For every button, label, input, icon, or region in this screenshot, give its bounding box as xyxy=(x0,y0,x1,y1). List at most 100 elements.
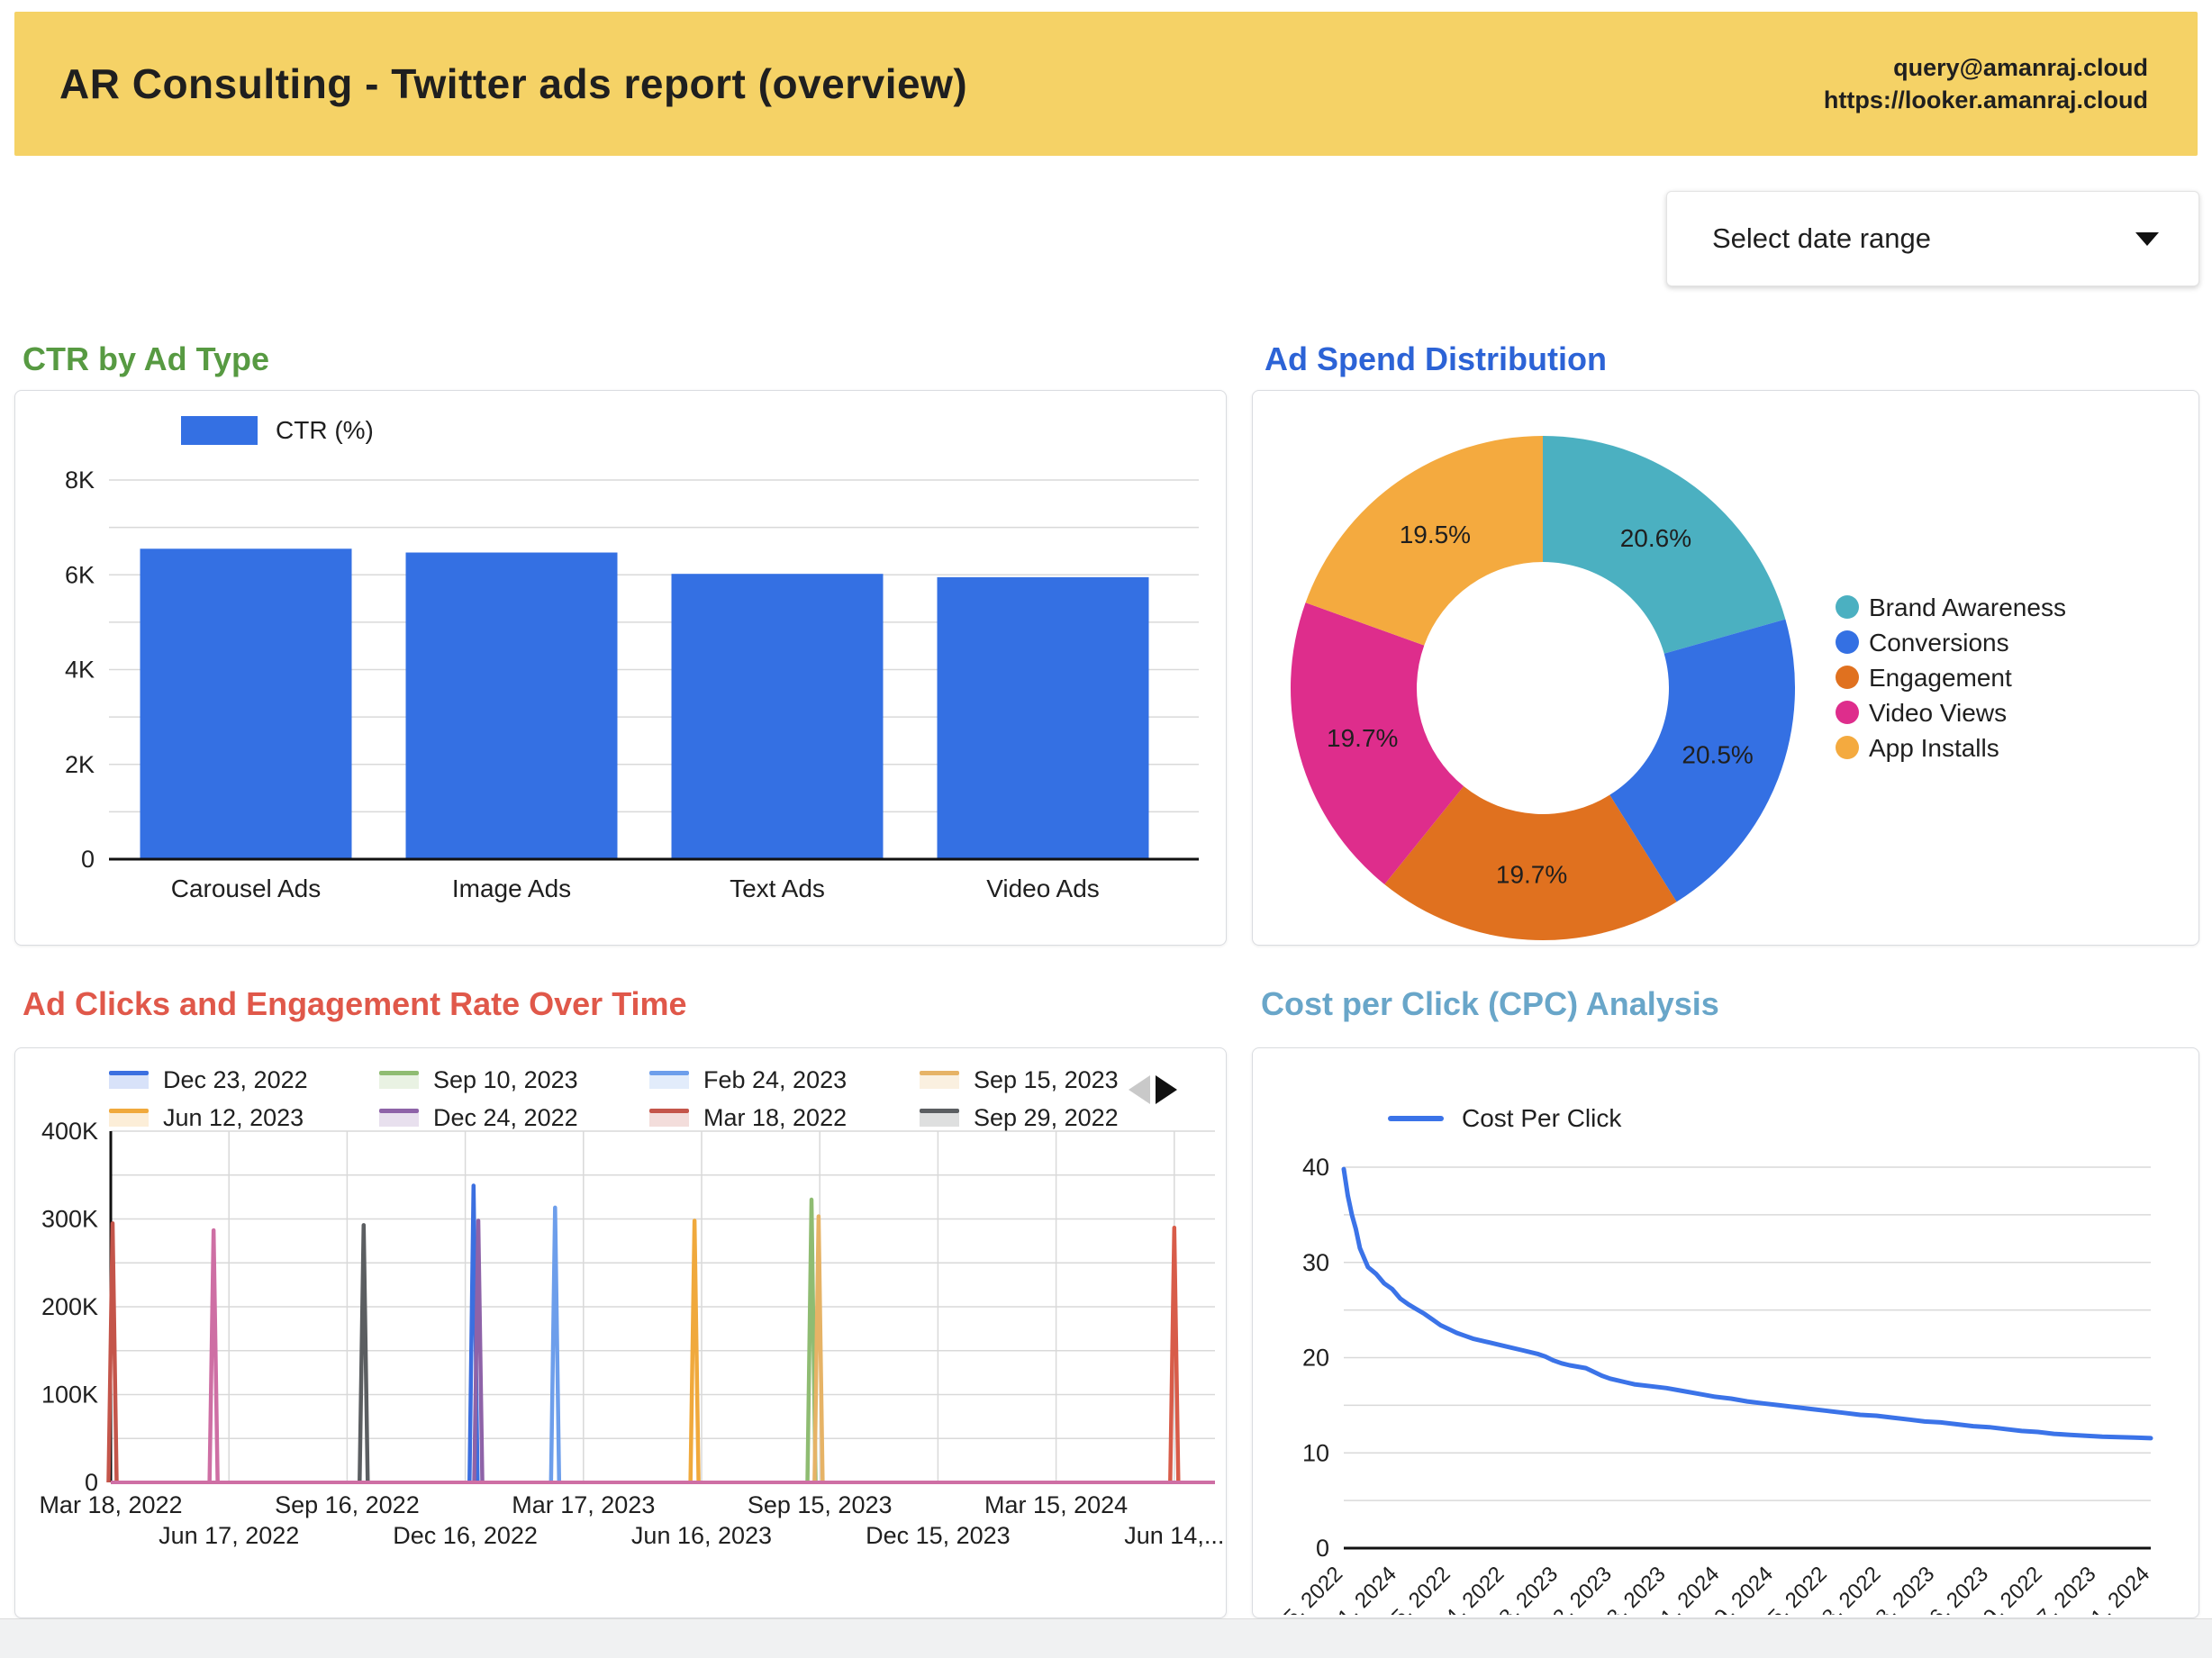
svg-text:100K: 100K xyxy=(41,1382,98,1409)
svg-text:Jun 17, 2022: Jun 17, 2022 xyxy=(159,1522,299,1549)
legend-item-sep-10-2023[interactable]: Sep 10, 2023 xyxy=(379,1066,649,1094)
legend-swatch xyxy=(649,1109,689,1127)
svg-text:20: 20 xyxy=(1302,1345,1329,1372)
legend-item-mar-18-2022[interactable]: Mar 18, 2022 xyxy=(649,1104,920,1132)
cpc-line-chart-card[interactable]: 010203040Dec 5, 2022May 1, 2024Apr 25, 2… xyxy=(1252,1047,2199,1618)
legend-item-sep-29-2022[interactable]: Sep 29, 2022 xyxy=(920,1104,1190,1132)
report-url: https://looker.amanraj.cloud xyxy=(1824,84,2148,116)
svg-text:Dec 15, 2023: Dec 15, 2023 xyxy=(866,1522,1011,1549)
spike-feb-24-2023[interactable] xyxy=(551,1208,559,1482)
chevron-right-icon[interactable] xyxy=(1156,1075,1177,1104)
svg-text:0: 0 xyxy=(81,846,95,873)
legend-item-feb-24-2023[interactable]: Feb 24, 2023 xyxy=(649,1066,920,1094)
legend-label: Feb 24, 2023 xyxy=(703,1066,847,1094)
legend-label: Jun 12, 2023 xyxy=(163,1104,304,1132)
report-title: AR Consulting - Twitter ads report (over… xyxy=(59,59,967,108)
legend-label: Sep 15, 2023 xyxy=(974,1066,1119,1094)
chart-title-ad-spend: Ad Spend Distribution xyxy=(1265,340,1607,378)
legend-dot-brand-awareness xyxy=(1836,595,1859,619)
svg-text:19.7%: 19.7% xyxy=(1496,861,1567,889)
legend-swatch xyxy=(379,1109,419,1127)
caret-down-icon xyxy=(2135,232,2159,246)
legend-dot-video-views xyxy=(1836,701,1859,724)
spike-sep-15-2023[interactable] xyxy=(814,1217,822,1482)
svg-text:4K: 4K xyxy=(65,657,95,684)
svg-text:6K: 6K xyxy=(65,561,95,588)
svg-text:Sep 15, 2023: Sep 15, 2023 xyxy=(748,1491,893,1518)
svg-text:Mar 18, 2022: Mar 18, 2022 xyxy=(39,1491,182,1518)
svg-text:App Installs: App Installs xyxy=(1869,734,1999,762)
svg-text:Jun 14,...: Jun 14,... xyxy=(1124,1522,1223,1549)
svg-text:20.6%: 20.6% xyxy=(1620,524,1691,552)
legend-swatch xyxy=(1388,1116,1444,1121)
legend-swatch xyxy=(109,1109,149,1127)
legend-dot-engagement xyxy=(1836,666,1859,689)
legend-label: Sep 10, 2023 xyxy=(433,1066,578,1094)
svg-text:Sep 16, 2022: Sep 16, 2022 xyxy=(275,1491,420,1518)
legend-swatch xyxy=(181,416,258,445)
ad-clicks-legend: Dec 23, 2022 Sep 10, 2023 Feb 24, 2023 Sep … xyxy=(109,1061,1190,1137)
svg-text:19.7%: 19.7% xyxy=(1327,724,1398,752)
svg-text:Mar 17, 2023: Mar 17, 2023 xyxy=(512,1491,655,1518)
cpc-line[interactable] xyxy=(1344,1169,2151,1438)
page-footer-strip xyxy=(0,1618,2212,1658)
ctr-bar-chart-card[interactable]: 02K4K6K8KCarousel AdsImage AdsText AdsVi… xyxy=(14,390,1227,946)
svg-text:30: 30 xyxy=(1302,1249,1329,1276)
ad-spend-donut-canvas[interactable]: 20.6%20.5%19.7%19.7%19.5%Brand Awareness… xyxy=(1253,391,2196,942)
chart-title-ad-clicks: Ad Clicks and Engagement Rate Over Time xyxy=(23,985,687,1023)
legend-pagination xyxy=(1129,1075,1177,1104)
legend-label: Cost Per Click xyxy=(1462,1104,1621,1133)
spike-sep-29-2022[interactable] xyxy=(359,1225,367,1482)
svg-text:40: 40 xyxy=(1302,1154,1329,1181)
bar-carousel-ads[interactable] xyxy=(141,548,352,859)
legend-dot-app-installs xyxy=(1836,736,1859,759)
svg-text:Brand Awareness: Brand Awareness xyxy=(1869,593,2066,621)
ad-spend-donut-chart-card[interactable]: 20.6%20.5%19.7%19.7%19.5%Brand Awareness… xyxy=(1252,390,2199,946)
legend-label: Dec 24, 2022 xyxy=(433,1104,578,1132)
legend-item-jun-12-2023[interactable]: Jun 12, 2023 xyxy=(109,1104,379,1132)
svg-text:8K: 8K xyxy=(65,467,95,494)
svg-text:200K: 200K xyxy=(41,1293,98,1320)
bar-image-ads[interactable] xyxy=(406,553,618,859)
ad-clicks-line-chart-card[interactable]: 0100K200K300K400KMar 18, 2022Jun 17, 202… xyxy=(14,1047,1227,1618)
owner-email: query@amanraj.cloud xyxy=(1824,51,2148,84)
legend-label: Dec 23, 2022 xyxy=(163,1066,308,1094)
legend-item-dec-23-2022[interactable]: Dec 23, 2022 xyxy=(109,1066,379,1094)
svg-text:Jun 16, 2023: Jun 16, 2023 xyxy=(631,1522,772,1549)
date-range-select[interactable]: Select date range xyxy=(1666,191,2199,286)
bar-text-ads[interactable] xyxy=(672,574,884,859)
svg-text:0: 0 xyxy=(1316,1535,1329,1562)
ctr-bar-chart-canvas[interactable]: 02K4K6K8KCarousel AdsImage AdsText AdsVi… xyxy=(15,391,1223,942)
svg-text:Mar 15, 2024: Mar 15, 2024 xyxy=(984,1491,1128,1518)
legend-swatch xyxy=(920,1071,959,1089)
spike-jun-12-2023[interactable] xyxy=(691,1220,699,1482)
ctr-legend[interactable]: CTR (%) xyxy=(181,416,374,445)
spike-unlabeled[interactable] xyxy=(210,1230,218,1482)
svg-text:Video Views: Video Views xyxy=(1869,699,2007,727)
legend-dot-conversions xyxy=(1836,630,1859,654)
cpc-line-canvas[interactable]: 010203040Dec 5, 2022May 1, 2024Apr 25, 2… xyxy=(1253,1048,2196,1615)
report-owner-info: query@amanraj.cloud https://looker.amanr… xyxy=(1824,51,2148,116)
date-range-label: Select date range xyxy=(1712,222,2135,255)
chart-title-cpc: Cost per Click (CPC) Analysis xyxy=(1261,985,1719,1023)
legend-swatch xyxy=(649,1071,689,1089)
svg-text:Dec 5, 2022: Dec 5, 2022 xyxy=(1253,1562,1347,1615)
legend-label: Mar 18, 2022 xyxy=(703,1104,847,1132)
legend-swatch xyxy=(109,1071,149,1089)
svg-text:Engagement: Engagement xyxy=(1869,664,2012,692)
svg-text:Dec 16, 2022: Dec 16, 2022 xyxy=(393,1522,538,1549)
legend-item-dec-24-2022[interactable]: Dec 24, 2022 xyxy=(379,1104,649,1132)
chevron-left-icon[interactable] xyxy=(1129,1075,1150,1104)
report-header: AR Consulting - Twitter ads report (over… xyxy=(14,12,2198,156)
legend-label: CTR (%) xyxy=(276,416,374,445)
legend-swatch xyxy=(920,1109,959,1127)
svg-text:400K: 400K xyxy=(41,1118,98,1145)
svg-text:2K: 2K xyxy=(65,751,95,778)
cpc-legend[interactable]: Cost Per Click xyxy=(1388,1104,1621,1133)
bar-video-ads[interactable] xyxy=(938,577,1149,859)
svg-text:Video Ads: Video Ads xyxy=(986,874,1100,902)
legend-swatch xyxy=(379,1071,419,1089)
svg-text:10: 10 xyxy=(1302,1439,1329,1466)
legend-label: Sep 29, 2022 xyxy=(974,1104,1119,1132)
svg-text:Image Ads: Image Ads xyxy=(452,874,571,902)
